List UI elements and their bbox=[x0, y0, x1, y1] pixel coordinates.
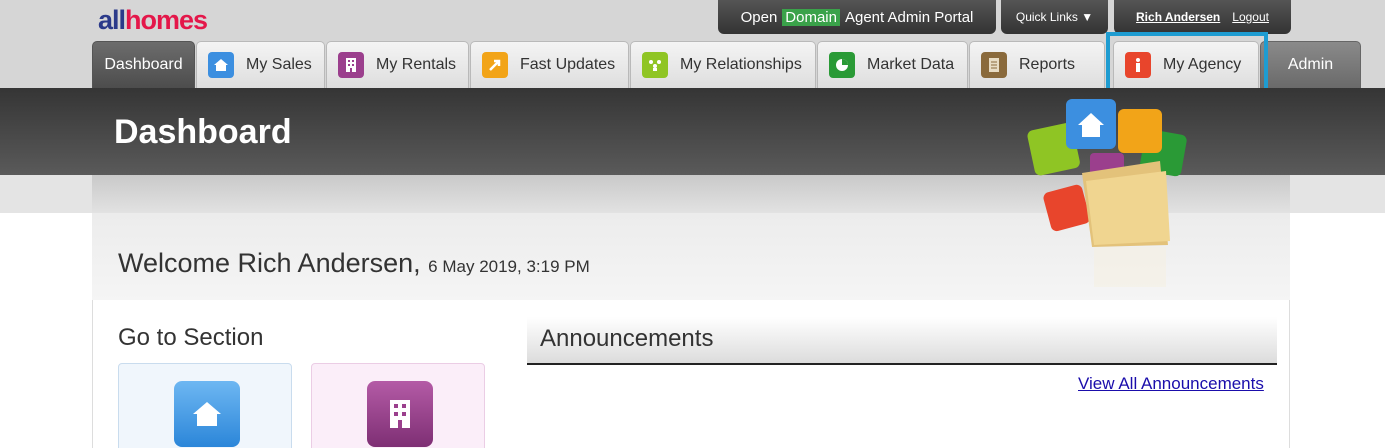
view-all-announcements-link[interactable]: View All Announcements bbox=[1078, 374, 1264, 394]
logo-homes-text: homes bbox=[125, 5, 208, 35]
tab-label: My Sales bbox=[246, 56, 312, 73]
dashboard-folder-illustration bbox=[1027, 99, 1187, 287]
portal-suffix: Agent Admin Portal bbox=[844, 8, 974, 26]
house-icon bbox=[208, 52, 234, 78]
quick-links-button[interactable]: Quick Links ▼ bbox=[1001, 0, 1108, 34]
building-icon bbox=[367, 381, 433, 447]
tab-label: Fast Updates bbox=[520, 56, 616, 73]
user-name-link[interactable]: Rich Andersen bbox=[1136, 10, 1220, 24]
tab-my-sales[interactable]: My Sales bbox=[196, 41, 325, 88]
tab-my-relationships[interactable]: My Relationships bbox=[630, 41, 816, 88]
tab-label: Reports bbox=[1019, 56, 1076, 73]
welcome-date: 6 May 2019, 3:19 PM bbox=[428, 257, 590, 276]
pie-chart-icon bbox=[829, 52, 855, 78]
logout-link[interactable]: Logout bbox=[1232, 10, 1269, 24]
quick-links-label: Quick Links ▼ bbox=[1015, 10, 1094, 24]
allhomes-logo[interactable]: allhomes bbox=[98, 5, 208, 36]
announcements-title: Announcements bbox=[540, 325, 714, 352]
section-card-my-rentals[interactable] bbox=[311, 363, 485, 448]
page-title: Dashboard bbox=[114, 113, 292, 151]
portal-domain-badge: Domain bbox=[782, 8, 840, 26]
people-icon bbox=[642, 52, 668, 78]
portal-title-bar: Open Domain Agent Admin Portal bbox=[718, 0, 996, 34]
user-bar: Rich Andersen Logout bbox=[1114, 0, 1291, 34]
house-icon bbox=[174, 381, 240, 447]
logo-all-text: all bbox=[98, 5, 126, 35]
tab-label: My Relationships bbox=[680, 56, 802, 73]
document-icon bbox=[981, 52, 1007, 78]
tab-fast-updates[interactable]: Fast Updates bbox=[470, 41, 629, 88]
tab-label: My Rentals bbox=[376, 56, 457, 73]
welcome-message: Welcome Rich Andersen, 6 May 2019, 3:19 … bbox=[118, 248, 590, 279]
welcome-text: Welcome Rich Andersen, bbox=[118, 248, 421, 278]
tab-label: Dashboard bbox=[104, 56, 183, 73]
building-icon bbox=[338, 52, 364, 78]
tab-reports[interactable]: Reports bbox=[969, 41, 1105, 88]
portal-prefix: Open bbox=[740, 8, 778, 26]
tab-label: Admin bbox=[1287, 56, 1334, 73]
go-to-section-heading: Go to Section bbox=[118, 324, 264, 351]
tab-market-data[interactable]: Market Data bbox=[817, 41, 968, 88]
tab-my-rentals[interactable]: My Rentals bbox=[326, 41, 469, 88]
tab-dashboard[interactable]: Dashboard bbox=[92, 41, 195, 88]
tab-label: Market Data bbox=[867, 56, 955, 73]
section-card-my-sales[interactable] bbox=[118, 363, 292, 448]
tab-admin[interactable]: Admin bbox=[1260, 41, 1361, 88]
arrow-icon bbox=[482, 52, 508, 78]
